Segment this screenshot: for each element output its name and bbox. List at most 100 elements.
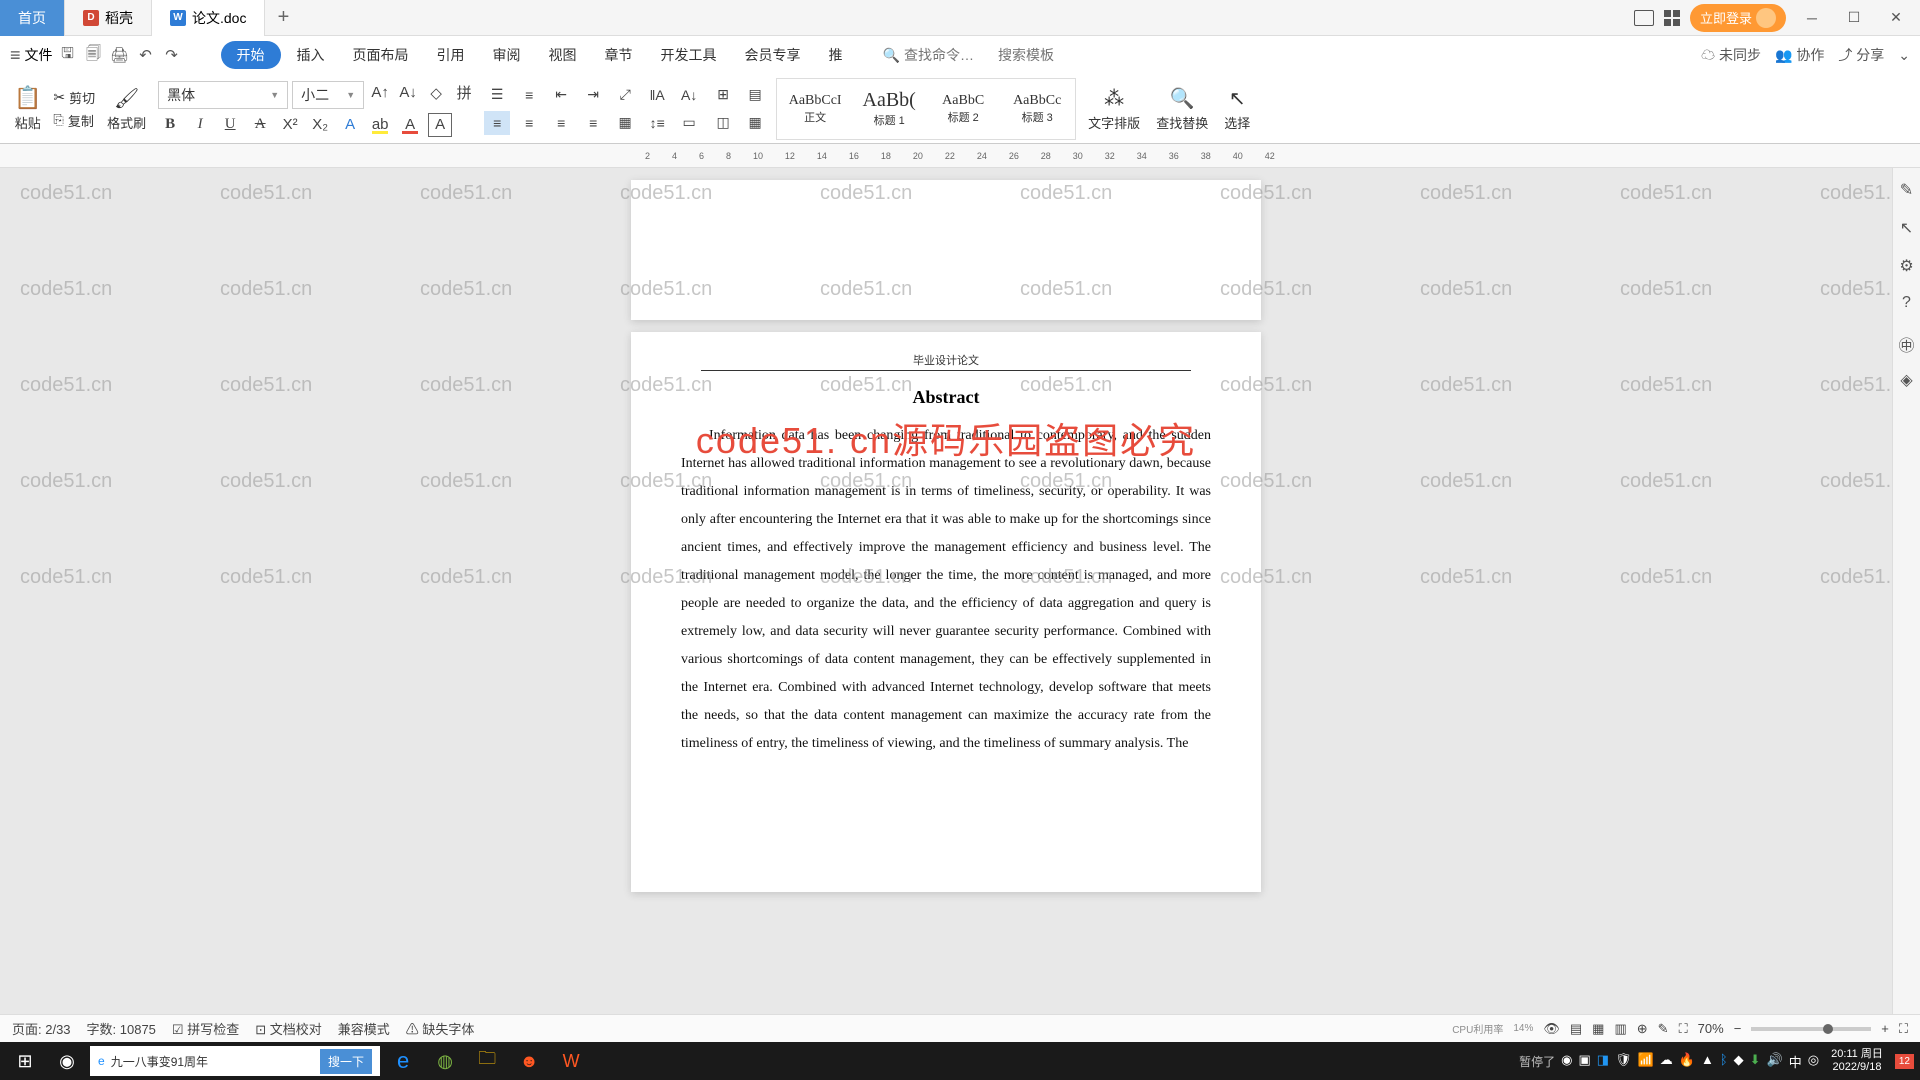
text-direction-button[interactable]: ⤢ — [612, 83, 638, 107]
cut-button[interactable]: ✂剪切 — [53, 88, 95, 107]
page-view-icon[interactable]: ▦ — [1592, 1021, 1604, 1037]
horizontal-ruler[interactable]: 24681012141618202224262830323436384042 — [0, 144, 1920, 168]
cortana-icon[interactable]: ◉ — [48, 1042, 86, 1080]
increase-font-icon[interactable]: A↑ — [368, 81, 392, 105]
char-border-button[interactable]: A — [428, 113, 452, 137]
italic-button[interactable]: I — [188, 113, 212, 137]
search-command-input[interactable] — [904, 47, 994, 63]
tray-icon[interactable]: ☁ — [1660, 1052, 1673, 1071]
align-center-button[interactable]: ≡ — [516, 111, 542, 135]
underline-button[interactable]: U — [218, 113, 242, 137]
zoom-in-button[interactable]: + — [1881, 1021, 1889, 1036]
font-color-button[interactable]: A — [398, 113, 422, 137]
tray-icon[interactable]: ⬇ — [1750, 1052, 1761, 1071]
menu-tab-chapter[interactable]: 章节 — [593, 41, 645, 69]
text-layout-button[interactable]: ⁂文字排版 — [1084, 86, 1144, 132]
page-indicator[interactable]: 页面: 2/33 — [12, 1019, 71, 1038]
spell-check-toggle[interactable]: ☑ 拼写检查 — [172, 1019, 239, 1038]
maximize-button[interactable]: ☐ — [1838, 4, 1870, 32]
app-grid-icon[interactable] — [1664, 10, 1680, 26]
tray-icon[interactable]: ▲ — [1701, 1052, 1714, 1071]
table-button[interactable]: ▦ — [742, 111, 768, 135]
shading2-button[interactable]: ◫ — [710, 111, 736, 135]
select-button[interactable]: ↖选择 — [1220, 86, 1254, 132]
tab-daoke[interactable]: D 稻壳 — [65, 0, 152, 36]
notification-button[interactable]: 12 — [1895, 1054, 1914, 1069]
paste-group[interactable]: 📋 粘贴 — [10, 85, 45, 132]
start-button[interactable]: ⊞ — [6, 1042, 44, 1080]
tray-icon[interactable]: 🛡 — [1615, 1052, 1632, 1071]
tray-icon[interactable]: ◎ — [1808, 1052, 1819, 1071]
zoom-out-button[interactable]: − — [1734, 1021, 1742, 1036]
assistant-icon[interactable]: ◈ — [1897, 370, 1917, 390]
menu-tab-devtools[interactable]: 开发工具 — [649, 41, 729, 69]
menu-tab-start[interactable]: 开始 — [221, 41, 281, 69]
share-button[interactable]: ⤴ 分享 — [1838, 45, 1884, 65]
file-menu[interactable]: 文件 — [25, 45, 53, 65]
tab-home[interactable]: 首页 — [0, 0, 65, 36]
shading-button[interactable]: ▭ — [676, 111, 702, 135]
style-heading3[interactable]: AaBbCc标题 3 — [1001, 81, 1073, 137]
align-justify-button[interactable]: ≡ — [580, 111, 606, 135]
print-icon[interactable]: 🖨 — [109, 44, 131, 66]
phonetic-icon[interactable]: 拼 — [452, 81, 476, 105]
zoom-level[interactable]: 70% — [1698, 1021, 1724, 1036]
close-button[interactable]: ✕ — [1880, 4, 1912, 32]
login-button[interactable]: 立即登录 — [1690, 4, 1786, 32]
bullets-button[interactable]: ☰ — [484, 83, 510, 107]
sliders-icon[interactable]: ⚙ — [1897, 256, 1917, 276]
tab-document[interactable]: W 论文.doc — [152, 0, 265, 36]
menu-tab-member[interactable]: 会员专享 — [733, 41, 813, 69]
help-icon[interactable]: ? — [1897, 294, 1917, 314]
minimize-button[interactable]: ─ — [1796, 4, 1828, 32]
taskbar-search-button[interactable]: 搜一下 — [320, 1049, 372, 1074]
document-canvas[interactable]: 毕业设计论文 Abstract Information data has bee… — [0, 168, 1892, 1042]
subscript-button[interactable]: X₂ — [308, 113, 332, 137]
sync-status[interactable]: ☁ 未同步 — [1701, 45, 1761, 65]
font-size-select[interactable]: 小二▼ — [292, 81, 364, 109]
pen-icon[interactable]: ✎ — [1897, 180, 1917, 200]
highlight-button[interactable]: ab — [368, 113, 392, 137]
cursor2-icon[interactable]: ↖ — [1897, 218, 1917, 238]
style-heading1[interactable]: AaBb(标题 1 — [853, 81, 925, 137]
bluetooth-icon[interactable]: ᛒ — [1720, 1052, 1728, 1071]
menu-tab-insert[interactable]: 插入 — [285, 41, 337, 69]
search-template-input[interactable] — [998, 47, 1088, 63]
menu-tab-review[interactable]: 审阅 — [481, 41, 533, 69]
menu-tab-view[interactable]: 视图 — [537, 41, 589, 69]
tray-icon[interactable]: 📶 — [1638, 1052, 1654, 1071]
explorer-icon[interactable]: 🗀 — [468, 1042, 506, 1080]
format-painter-button[interactable]: 🖌 格式刷 — [103, 86, 150, 132]
wps-taskbar-icon[interactable]: W — [552, 1042, 590, 1080]
fit-width-icon[interactable]: ⛶ — [1679, 1021, 1688, 1037]
tray-icon[interactable]: ▣ — [1578, 1052, 1590, 1071]
line-spacing2-button[interactable]: ↕≡ — [644, 111, 670, 135]
tray-icon[interactable]: ◉ — [1561, 1052, 1572, 1071]
outline-view-icon[interactable]: ▥ — [1614, 1021, 1626, 1037]
collaborate-button[interactable]: 👥 协作 — [1775, 45, 1824, 65]
style-heading2[interactable]: AaBbC标题 2 — [927, 81, 999, 137]
find-replace-button[interactable]: 🔍查找替换 — [1152, 86, 1212, 132]
align-left-button[interactable]: ≡ — [484, 111, 510, 135]
numbering-button[interactable]: ≡ — [516, 83, 542, 107]
redo-icon[interactable]: ↷ — [161, 44, 183, 66]
new-tab-button[interactable]: + — [265, 6, 301, 29]
hamburger-icon[interactable]: ≡ — [10, 45, 21, 66]
taskbar-search-input[interactable] — [214, 1054, 314, 1068]
missing-font-warning[interactable]: ⚠ 缺失字体 — [406, 1019, 475, 1038]
ime-indicator[interactable]: 中 — [1789, 1052, 1802, 1071]
font-name-select[interactable]: 黑体▼ — [158, 81, 288, 109]
tray-icon[interactable]: 🔥 — [1679, 1052, 1695, 1071]
text-effects-button[interactable]: A — [338, 113, 362, 137]
distribute-button[interactable]: ▦ — [612, 111, 638, 135]
bold-button[interactable]: B — [158, 113, 182, 137]
undo-icon[interactable]: ↶ — [135, 44, 157, 66]
translate-icon[interactable]: ㊥ — [1897, 332, 1917, 352]
word-count[interactable]: 字数: 10875 — [87, 1019, 156, 1038]
menu-tab-references[interactable]: 引用 — [425, 41, 477, 69]
pencil-icon[interactable]: ✎ — [1658, 1021, 1669, 1037]
decrease-font-icon[interactable]: A↓ — [396, 81, 420, 105]
chevron-down-icon[interactable]: ⌄ — [1898, 47, 1910, 64]
strikethrough-button[interactable]: A — [248, 113, 272, 137]
align-right-button[interactable]: ≡ — [548, 111, 574, 135]
